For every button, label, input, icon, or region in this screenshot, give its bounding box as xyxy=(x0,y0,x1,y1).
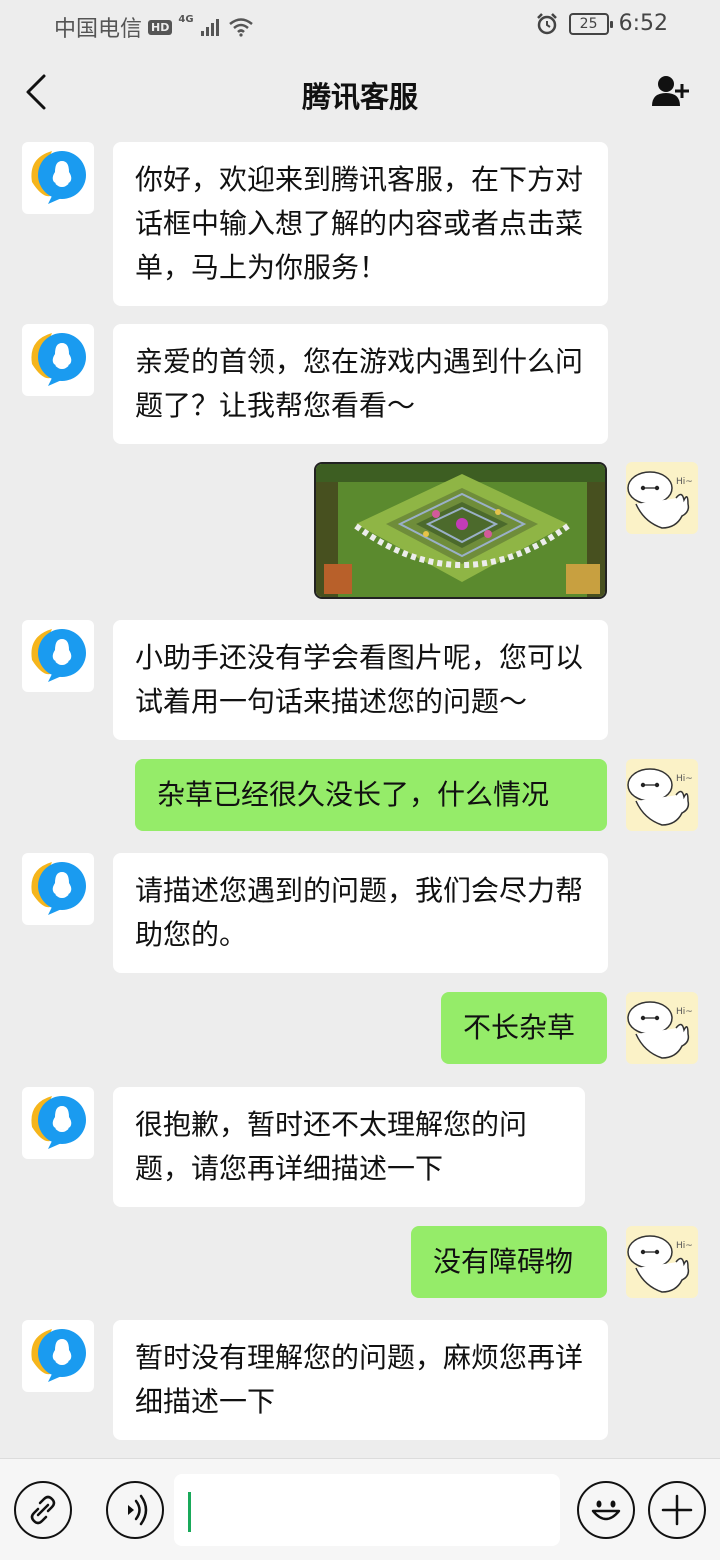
qq-logo-icon xyxy=(22,620,94,692)
user-avatar[interactable]: Hi~ xyxy=(626,759,698,831)
cartoon-avatar-icon: Hi~ xyxy=(626,462,698,534)
qq-logo-icon xyxy=(22,324,94,396)
message-bubble-user: 不长杂草 xyxy=(441,992,607,1064)
emoji-button[interactable] xyxy=(577,1481,635,1539)
message-bubble-user: 杂草已经很久没长了，什么情况 xyxy=(135,759,607,831)
message-bubble-service: 暂时没有理解您的问题，麻烦您再详细描述一下 xyxy=(113,1320,608,1440)
user-avatar[interactable]: Hi~ xyxy=(626,1226,698,1298)
service-avatar[interactable] xyxy=(22,853,94,925)
signal-icon xyxy=(200,19,219,36)
message-bubble-service: 你好，欢迎来到腾讯客服，在下方对话框中输入想了解的内容或者点击菜单，马上为你服务… xyxy=(113,142,608,306)
nav-bar: 腾讯客服 xyxy=(0,52,720,132)
game-screenshot-image[interactable] xyxy=(314,462,607,599)
smile-icon xyxy=(591,1500,621,1521)
plus-icon xyxy=(661,1494,693,1526)
carrier-info: 中国电信 HD 4G xyxy=(54,11,254,43)
message-input[interactable] xyxy=(174,1474,560,1546)
add-friend-button[interactable] xyxy=(652,74,692,110)
user-avatar[interactable]: Hi~ xyxy=(626,462,698,534)
service-avatar[interactable] xyxy=(22,324,94,396)
voice-icon xyxy=(128,1494,148,1526)
qq-logo-icon xyxy=(22,142,94,214)
avatar-hi-label: Hi~ xyxy=(676,1007,693,1017)
avatar-hi-label: Hi~ xyxy=(676,774,693,784)
qq-logo-icon xyxy=(22,853,94,925)
link-icon xyxy=(30,1495,56,1525)
message-bubble-service: 小助手还没有学会看图片呢，您可以试着用一句话来描述您的问题～ xyxy=(113,620,608,740)
wifi-icon xyxy=(228,18,253,37)
text-caret xyxy=(188,1492,191,1532)
voice-button[interactable] xyxy=(106,1481,164,1539)
avatar-hi-label: Hi~ xyxy=(676,1241,693,1251)
alarm-icon xyxy=(536,12,557,34)
status-right: 25 6:52 xyxy=(535,11,668,36)
page-title: 腾讯客服 xyxy=(301,80,418,114)
cartoon-avatar-icon: Hi~ xyxy=(626,992,698,1064)
add-user-icon xyxy=(652,76,689,106)
cartoon-avatar-icon: Hi~ xyxy=(626,759,698,831)
input-bar xyxy=(0,1458,720,1560)
user-avatar[interactable]: Hi~ xyxy=(626,992,698,1064)
avatar-hi-label: Hi~ xyxy=(676,477,693,487)
service-avatar[interactable] xyxy=(22,1087,94,1159)
message-bubble-service: 很抱歉，暂时还不太理解您的问题，请您再详细描述一下 xyxy=(113,1087,585,1207)
service-avatar[interactable] xyxy=(22,142,94,214)
status-bar: 中国电信 HD 4G 25 6:52 xyxy=(0,0,720,50)
carrier-name: 中国电信 xyxy=(54,17,143,42)
hd-badge: HD xyxy=(148,19,173,35)
qq-logo-icon xyxy=(22,1087,94,1159)
network-type: 4G xyxy=(178,13,194,25)
service-avatar[interactable] xyxy=(22,1320,94,1392)
cartoon-avatar-icon: Hi~ xyxy=(626,1226,698,1298)
message-bubble-service: 请描述您遇到的问题，我们会尽力帮助您的。 xyxy=(113,853,608,973)
more-button[interactable] xyxy=(648,1481,706,1539)
message-bubble-service: 亲爱的首领，您在游戏内遇到什么问题了？让我帮您看看～ xyxy=(113,324,608,444)
message-bubble-user: 没有障碍物 xyxy=(411,1226,607,1298)
menu-button[interactable] xyxy=(14,1481,72,1539)
qq-logo-icon xyxy=(22,1320,94,1392)
battery-indicator: 25 xyxy=(568,12,613,35)
service-avatar[interactable] xyxy=(22,620,94,692)
clock: 6:52 xyxy=(618,11,668,36)
game-screenshot xyxy=(316,464,605,597)
